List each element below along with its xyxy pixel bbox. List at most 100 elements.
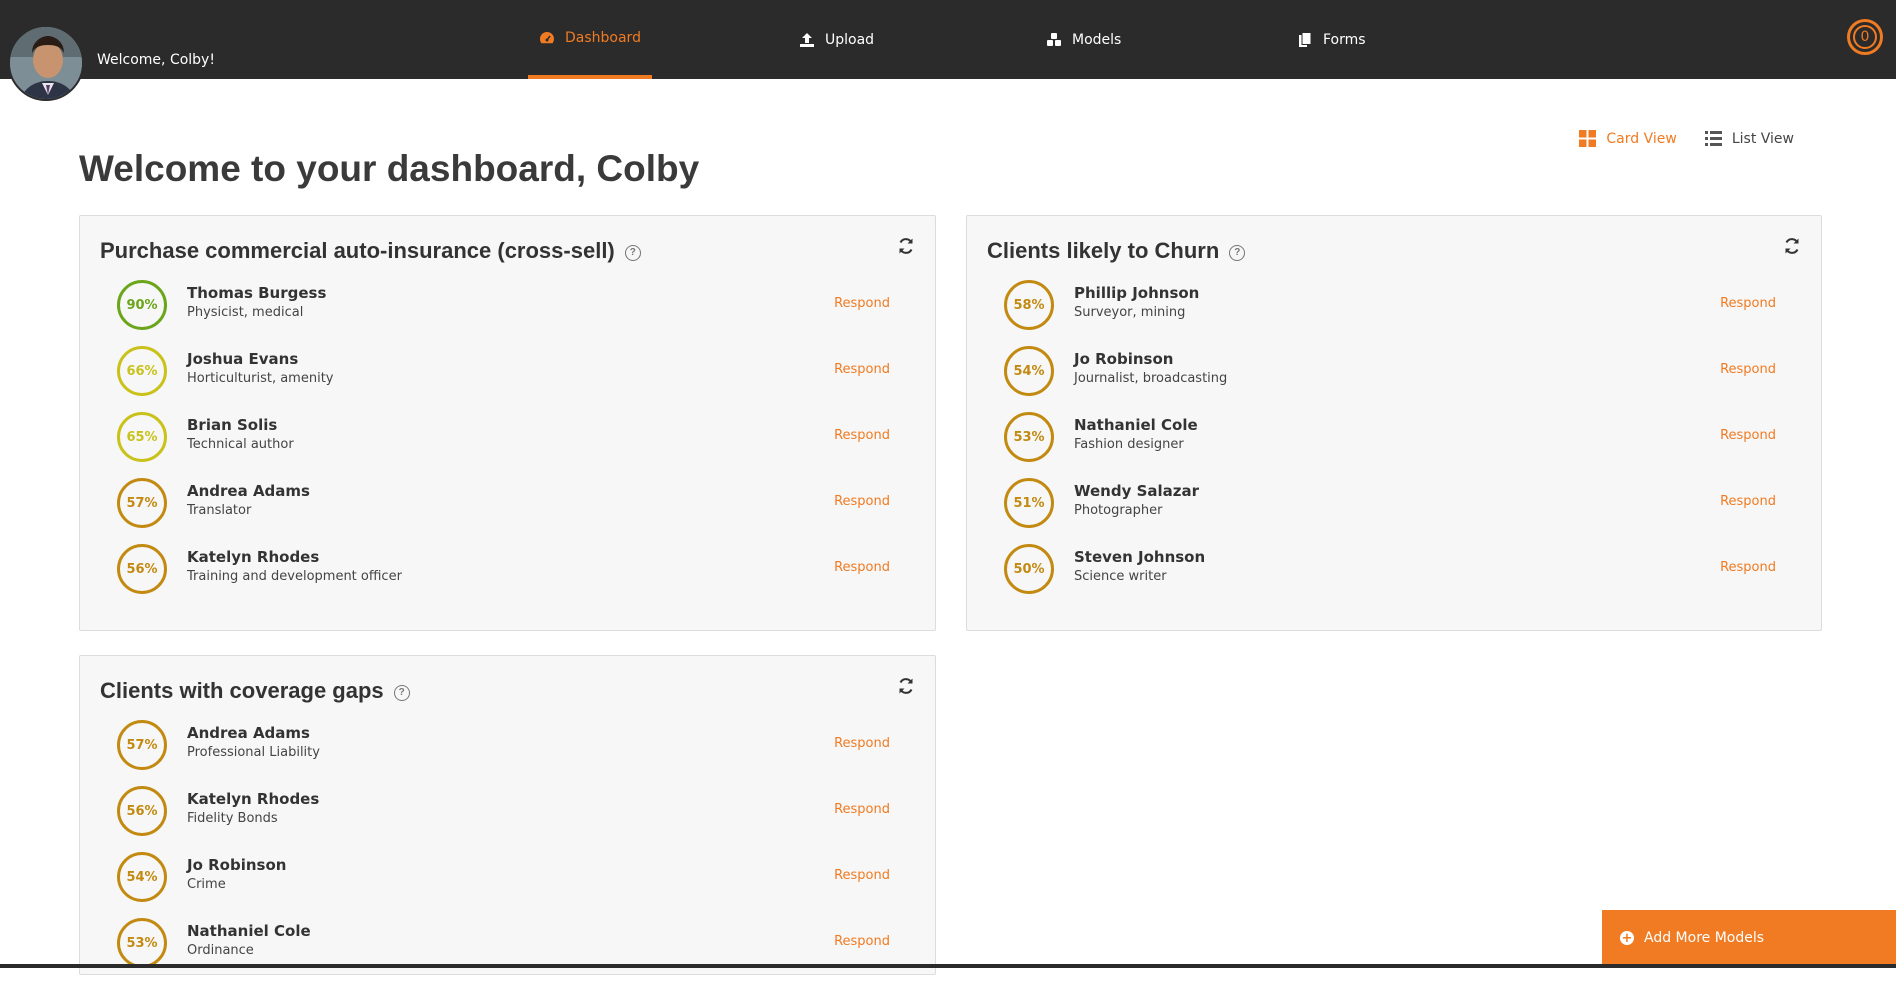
client-name: Joshua Evans (187, 350, 299, 368)
nav-models-label: Models (1072, 31, 1122, 48)
respond-link[interactable]: Respond (834, 868, 890, 883)
nav-dashboard-label: Dashboard (565, 29, 641, 46)
nav-forms-label: Forms (1323, 31, 1366, 48)
respond-link[interactable]: Respond (834, 362, 890, 377)
score-ring: 50% (1004, 544, 1054, 594)
card-view-label: Card View (1606, 130, 1677, 147)
client-name: Brian Solis (187, 416, 278, 434)
list-view-label: List View (1731, 130, 1794, 147)
client-detail: Translator (187, 503, 252, 518)
client-name: Phillip Johnson (1074, 284, 1200, 302)
client-row: 57% Andrea Adams Translator Respond (117, 478, 935, 544)
client-name: Andrea Adams (187, 724, 310, 742)
client-name: Andrea Adams (187, 482, 310, 500)
client-detail: Professional Liability (187, 745, 320, 760)
client-detail: Training and development officer (187, 569, 402, 584)
client-detail: Physicist, medical (187, 305, 304, 320)
respond-link[interactable]: Respond (834, 736, 890, 751)
plus-circle-icon: + (1620, 930, 1634, 946)
client-name: Jo Robinson (187, 856, 287, 874)
user-avatar[interactable] (8, 25, 84, 101)
client-detail: Horticulturist, amenity (187, 371, 334, 386)
client-row: 65% Brian Solis Technical author Respond (117, 412, 935, 478)
help-icon[interactable]: ? (624, 244, 641, 261)
card-view-button[interactable]: Card View (1579, 130, 1677, 147)
nav-forms[interactable]: Forms (1286, 0, 1377, 79)
card-title: Clients with coverage gaps ? (100, 678, 410, 704)
score-ring: 57% (117, 478, 167, 528)
respond-link[interactable]: Respond (1720, 428, 1776, 443)
model-card-cross-sell: Purchase commercial auto-insurance (cros… (79, 215, 936, 631)
client-name: Thomas Burgess (187, 284, 327, 302)
refresh-icon[interactable] (1783, 237, 1801, 255)
respond-link[interactable]: Respond (834, 802, 890, 817)
model-card-coverage-gaps: Clients with coverage gaps ? 57% Andrea A… (79, 655, 936, 975)
client-name: Nathaniel Cole (1074, 416, 1198, 434)
score-ring: 65% (117, 412, 167, 462)
respond-link[interactable]: Respond (1720, 296, 1776, 311)
score-ring: 53% (117, 918, 167, 968)
dashboard-gauge-icon (540, 31, 554, 43)
client-row: 53% Nathaniel Cole Ordinance Respond (117, 918, 935, 984)
client-detail: Fidelity Bonds (187, 811, 278, 826)
client-row: 56% Katelyn Rhodes Fidelity Bonds Respond (117, 786, 935, 852)
score-ring: 57% (117, 720, 167, 770)
respond-link[interactable]: Respond (834, 934, 890, 949)
client-row: 54% Jo Robinson Crime Respond (117, 852, 935, 918)
score-ring: 54% (117, 852, 167, 902)
add-more-models-button[interactable]: + Add More Models (1602, 910, 1896, 966)
score-ring: 58% (1004, 280, 1054, 330)
score-ring: 90% (117, 280, 167, 330)
card-title: Purchase commercial auto-insurance (cros… (100, 238, 641, 264)
respond-link[interactable]: Respond (834, 296, 890, 311)
client-row: 51% Wendy Salazar Photographer Respond (1004, 478, 1821, 544)
model-card-churn: Clients likely to Churn ? 58% Phillip Joh… (966, 215, 1822, 631)
client-detail: Ordinance (187, 943, 254, 958)
respond-link[interactable]: Respond (834, 494, 890, 509)
score-ring: 56% (117, 786, 167, 836)
respond-link[interactable]: Respond (1720, 494, 1776, 509)
models-cubes-icon (1047, 32, 1061, 46)
client-name: Katelyn Rhodes (187, 790, 320, 808)
client-detail: Technical author (187, 437, 294, 452)
list-view-button[interactable]: List View (1704, 130, 1794, 147)
welcome-text: Welcome, Colby! (97, 52, 215, 68)
respond-link[interactable]: Respond (834, 428, 890, 443)
client-detail: Photographer (1074, 503, 1163, 518)
client-row: 50% Steven Johnson Science writer Respond (1004, 544, 1821, 610)
card-title: Clients likely to Churn ? (987, 238, 1246, 264)
help-icon[interactable]: ? (393, 684, 410, 701)
card-title-text: Clients with coverage gaps (100, 678, 384, 703)
client-row: 57% Andrea Adams Professional Liability Res… (117, 720, 935, 786)
forms-copy-icon (1299, 31, 1312, 47)
nav-upload[interactable]: Upload (788, 0, 885, 79)
client-detail: Surveyor, mining (1074, 305, 1186, 320)
refresh-icon[interactable] (897, 677, 915, 695)
client-detail: Crime (187, 877, 226, 892)
nav-dashboard[interactable]: Dashboard (528, 0, 652, 79)
client-name: Jo Robinson (1074, 350, 1174, 368)
grid-icon (1579, 130, 1597, 147)
client-row: 56% Katelyn Rhodes Training and developmen… (117, 544, 935, 610)
upload-icon (800, 32, 814, 47)
client-list: 90% Thomas Burgess Physicist, medical Respo… (117, 280, 935, 610)
notification-badge[interactable]: 0 (1847, 19, 1883, 55)
respond-link[interactable]: Respond (1720, 362, 1776, 377)
help-icon[interactable]: ? (1229, 244, 1246, 261)
card-title-text: Purchase commercial auto-insurance (cros… (100, 238, 615, 263)
client-list: 58% Phillip Johnson Surveyor, mining Respon… (1004, 280, 1821, 610)
list-icon (1704, 131, 1722, 146)
nav-models[interactable]: Models (1035, 0, 1132, 79)
top-nav-bar: Welcome, Colby! Dashboard Upload Models … (0, 0, 1896, 79)
score-ring: 66% (117, 346, 167, 396)
respond-link[interactable]: Respond (834, 560, 890, 575)
refresh-icon[interactable] (897, 237, 915, 255)
client-detail: Science writer (1074, 569, 1167, 584)
client-name: Nathaniel Cole (187, 922, 311, 940)
client-row: 54% Jo Robinson Journalist, broadcasting Re… (1004, 346, 1821, 412)
card-title-text: Clients likely to Churn (987, 238, 1220, 263)
bottom-bar (0, 964, 1896, 968)
respond-link[interactable]: Respond (1720, 560, 1776, 575)
client-name: Wendy Salazar (1074, 482, 1200, 500)
add-more-models-label: Add More Models (1644, 930, 1765, 946)
